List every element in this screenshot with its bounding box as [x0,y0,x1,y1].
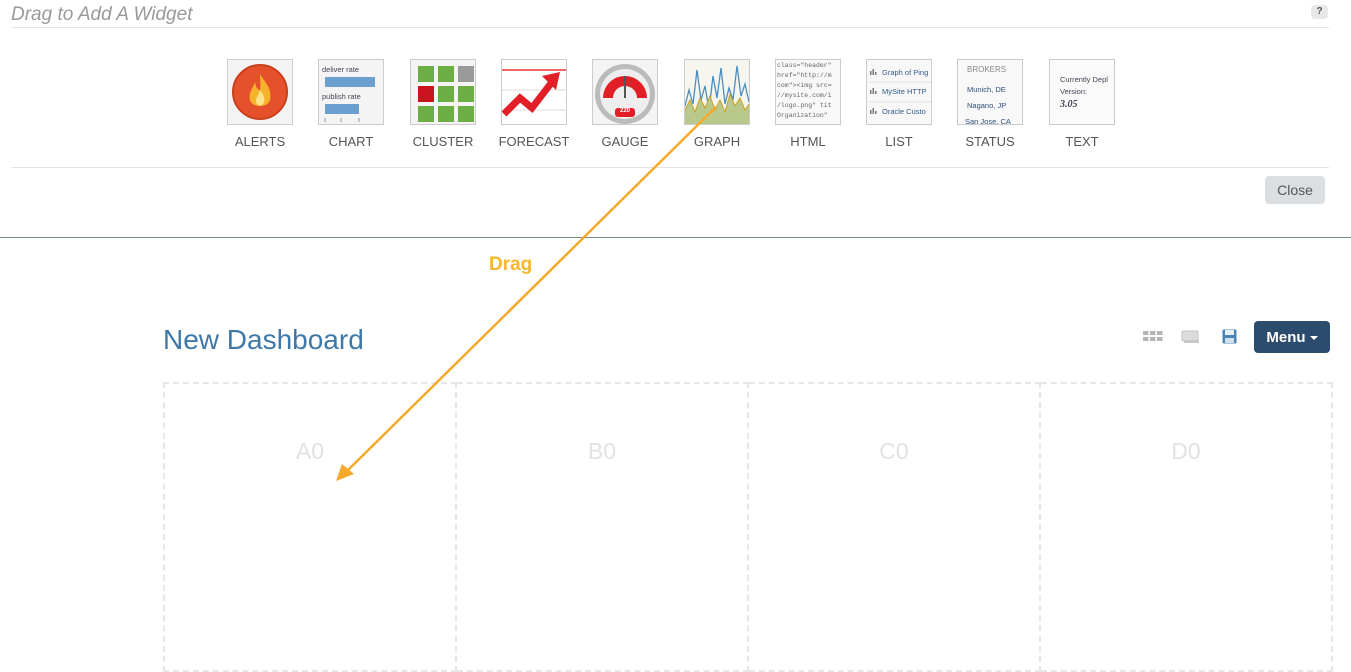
dashboard-columns: A0 B0 C0 D0 [163,382,1333,672]
widget-list[interactable]: Graph of Ping MySite HTTP Oracle Custo L… [859,59,939,149]
status-thumb-line-3: San Jose, CA [965,117,1011,125]
html-thumb-line-5: /logo.png" tit [777,102,832,109]
widget-status[interactable]: BROKERS Munich, DE Nagano, JP San Jose, … [950,59,1030,149]
display-mode-icon[interactable] [1181,329,1200,344]
menu-button-label: Menu [1266,328,1306,346]
panel-divider-bottom [11,167,1329,168]
status-thumb-line-1: Munich, DE [967,85,1006,94]
column-label: C0 [879,438,909,464]
line-graph-icon [685,65,749,124]
widget-chart-label: CHART [328,134,374,149]
dashboard-title[interactable]: New Dashboard [163,324,364,356]
drag-annotation-label: Drag [489,254,533,275]
html-thumb-line-3: com"><img src= [777,82,832,89]
help-icon[interactable]: ? [1311,5,1328,19]
trend-arrow-icon [502,69,566,117]
widget-chart[interactable]: deliver rate publish rate CHART [311,59,391,149]
save-icon[interactable] [1222,329,1237,344]
column-label: A0 [295,438,325,464]
caret-down-icon [1309,335,1318,340]
widget-panel-title: Drag to Add A Widget [11,4,193,25]
text-thumb-version: 3.05 [1060,99,1078,110]
widget-cluster[interactable]: CLUSTER [403,59,483,149]
widget-alerts[interactable]: ALERTS [220,59,300,149]
list-thumbnail: Graph of Ping MySite HTTP Oracle Custo [866,59,932,125]
status-thumbnail: BROKERS Munich, DE Nagano, JP San Jose, … [957,59,1023,125]
close-button[interactable]: Close [1265,176,1325,204]
dashboard-column-a0[interactable]: A0 [163,382,457,672]
dashboard-column-d0[interactable]: D0 [1041,382,1333,672]
gauge-thumb-value: 220 [620,108,631,114]
html-thumb-line-6: Organization" [777,112,828,119]
text-thumbnail: Currently Depl Version: 3.05 [1049,59,1115,125]
widget-forecast-label: FORECAST [498,134,570,149]
layout-grid-icon[interactable] [1143,329,1163,343]
list-thumb-line-2: MySite HTTP [882,87,927,96]
gauge-thumbnail: 220 [592,59,658,125]
panel-divider-top [11,27,1329,28]
list-thumb-line-1: Graph of Ping [882,68,929,77]
widget-text[interactable]: Currently Depl Version: 3.05 TEXT [1042,59,1122,149]
widget-graph[interactable]: GRAPH [677,59,757,149]
widget-cluster-label: CLUSTER [412,134,474,149]
widget-html[interactable]: class="header" href="http://m com"><img … [768,59,848,149]
status-thumb-header: BROKERS [967,65,1007,74]
graph-thumbnail [684,59,750,125]
status-thumb-line-2: Nagano, JP [967,101,1007,110]
html-thumbnail: class="header" href="http://m com"><img … [775,59,841,125]
cluster-thumbnail [410,59,476,125]
widget-forecast[interactable]: FORECAST [494,59,574,149]
text-thumb-line-2: Version: [1060,87,1088,96]
html-thumb-line-4: //mysite.com/i [777,92,832,99]
widget-gauge-label: GAUGE [601,134,649,149]
chart-thumbnail: deliver rate publish rate [318,59,384,125]
html-thumb-line-1: class="header" [777,62,832,69]
widget-text-label: TEXT [1065,134,1099,149]
widget-list-label: LIST [885,134,913,149]
text-thumb-line-1: Currently Depl [1060,75,1108,84]
alerts-thumbnail [227,59,293,125]
widget-graph-label: GRAPH [693,134,741,149]
widget-alerts-label: ALERTS [234,134,286,149]
panel-bottom-border [0,237,1351,238]
fire-icon [232,64,288,120]
grid-cluster-icon [418,66,474,122]
menu-button[interactable]: Menu [1254,321,1330,353]
chart-thumb-line-2: publish rate [322,92,361,101]
widget-html-label: HTML [790,134,826,149]
dashboard-column-b0[interactable]: B0 [457,382,749,672]
list-thumb-line-3: Oracle Custo [882,107,926,116]
gauge-icon [595,64,655,124]
column-label: D0 [1171,438,1201,464]
html-thumb-line-2: href="http://m [777,72,832,79]
widget-gauge[interactable]: 220 GAUGE [585,59,665,149]
column-label: B0 [587,438,617,464]
forecast-thumbnail [501,59,567,125]
widget-status-label: STATUS [965,134,1015,149]
dashboard-column-c0[interactable]: C0 [749,382,1041,672]
